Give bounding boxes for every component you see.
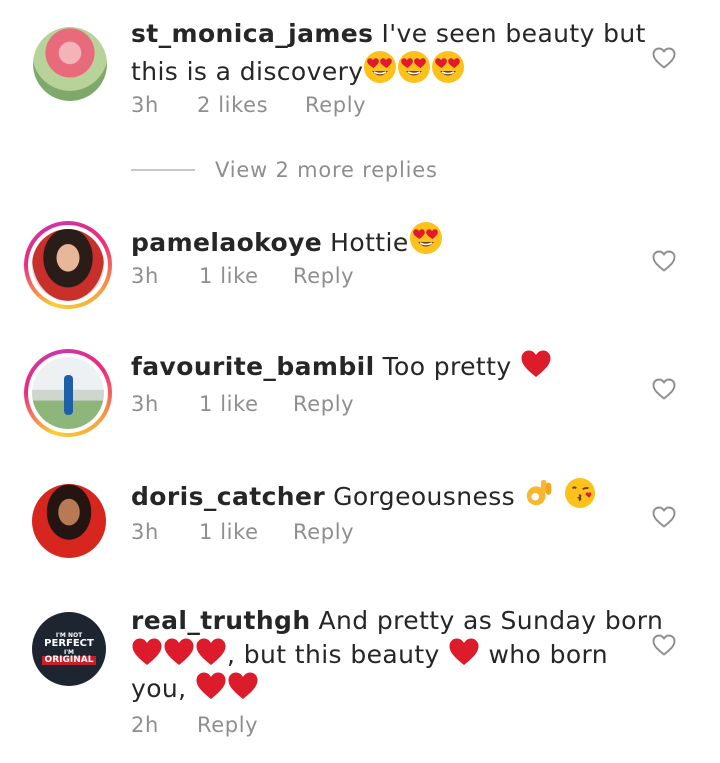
comment-text: favourite_bambil Too pretty <box>131 349 552 383</box>
comment-body: Too pretty <box>382 352 512 381</box>
avatar[interactable] <box>26 20 114 108</box>
red-heart-emoji-icon <box>227 671 259 701</box>
divider-line <box>131 169 195 171</box>
comment-username[interactable]: pamelaokoye <box>131 228 322 257</box>
comment-meta: 3h 1 like Reply <box>131 520 354 544</box>
comment-meta: 3h 2 likes Reply <box>131 93 366 117</box>
red-heart-emoji-icon <box>448 637 480 667</box>
avatar-badge-text: ORIGINAL <box>41 655 97 666</box>
red-heart-emoji-icon <box>195 671 227 701</box>
heart-eyes-emoji-icon <box>409 221 443 255</box>
avatar[interactable]: I'M NOT PERFECT I'M ORIGINAL <box>25 605 113 693</box>
comment-likes[interactable]: 1 like <box>199 392 293 416</box>
heart-eyes-emoji-icon <box>431 50 465 84</box>
heart-outline-icon[interactable] <box>652 47 676 69</box>
avatar-image <box>32 484 106 558</box>
avatar-story-ring <box>28 353 108 433</box>
comment-body: Hottie <box>330 228 409 257</box>
comment-time: 3h <box>131 520 159 544</box>
comment-body: Gorgeousness <box>333 482 516 511</box>
red-heart-emoji-icon <box>163 637 195 667</box>
heart-outline-icon[interactable] <box>652 250 676 272</box>
avatar-story-ring <box>28 225 108 305</box>
avatar[interactable] <box>25 477 113 565</box>
heart-outline-icon[interactable] <box>652 634 676 656</box>
view-more-replies-button[interactable]: View 2 more replies <box>131 158 438 182</box>
comment-username[interactable]: st_monica_james <box>131 19 373 48</box>
heart-outline-icon[interactable] <box>652 506 676 528</box>
comment-body-line2: , but this beauty <box>227 640 440 669</box>
comment-text: real_truthgh And pretty as Sunday born , … <box>131 605 663 705</box>
comment-meta: 3h 1 like Reply <box>131 264 354 288</box>
reply-button[interactable]: Reply <box>293 520 354 544</box>
comment-body-line1: And pretty as Sunday born <box>318 606 664 635</box>
comment-likes[interactable]: 1 like <box>199 520 293 544</box>
reply-button[interactable]: Reply <box>293 264 354 288</box>
red-heart-emoji-icon <box>195 637 227 667</box>
comment-username[interactable]: real_truthgh <box>131 606 311 635</box>
comment-time: 3h <box>131 93 159 117</box>
avatar-badge-text: PERFECT <box>44 638 94 650</box>
avatar[interactable] <box>24 349 112 437</box>
red-heart-emoji-icon <box>520 349 552 379</box>
comment-text: pamelaokoye Hottie <box>131 221 443 259</box>
comment-username[interactable]: doris_catcher <box>131 482 325 511</box>
comment-likes[interactable]: 1 like <box>199 264 293 288</box>
avatar-image: I'M NOT PERFECT I'M ORIGINAL <box>32 612 106 686</box>
avatar-image <box>32 229 104 301</box>
comment-text: st_monica_james I've seen beauty but this… <box>131 18 646 88</box>
ok-hand-emoji-icon <box>523 477 555 509</box>
avatar-image <box>32 357 104 429</box>
comment-body-line2b: who born <box>488 640 609 669</box>
comment-username[interactable]: favourite_bambil <box>131 352 375 381</box>
comment-meta: 3h 1 like Reply <box>131 392 354 416</box>
comment-time: 2h <box>131 713 159 737</box>
comment-time: 3h <box>131 264 159 288</box>
reply-button[interactable]: Reply <box>305 93 366 117</box>
comment-meta: 2h Reply <box>131 713 258 737</box>
kissing-face-emoji-icon <box>564 477 596 509</box>
view-more-replies-label: View 2 more replies <box>215 158 438 182</box>
reply-button[interactable]: Reply <box>293 392 354 416</box>
reply-button[interactable]: Reply <box>197 713 258 737</box>
comment-text: doris_catcher Gorgeousness <box>131 477 596 513</box>
heart-eyes-emoji-icon <box>397 50 431 84</box>
heart-outline-icon[interactable] <box>652 378 676 400</box>
comment-time: 3h <box>131 392 159 416</box>
comment-body-line1: I've seen beauty but <box>381 19 646 48</box>
heart-eyes-emoji-icon <box>363 50 397 84</box>
red-heart-emoji-icon <box>131 637 163 667</box>
avatar-image <box>33 27 107 101</box>
comment-body-line2: this is a discovery <box>131 57 364 86</box>
comment-body-line3: you, <box>131 674 187 703</box>
avatar[interactable] <box>24 221 112 309</box>
comment-likes[interactable]: 2 likes <box>197 93 305 117</box>
